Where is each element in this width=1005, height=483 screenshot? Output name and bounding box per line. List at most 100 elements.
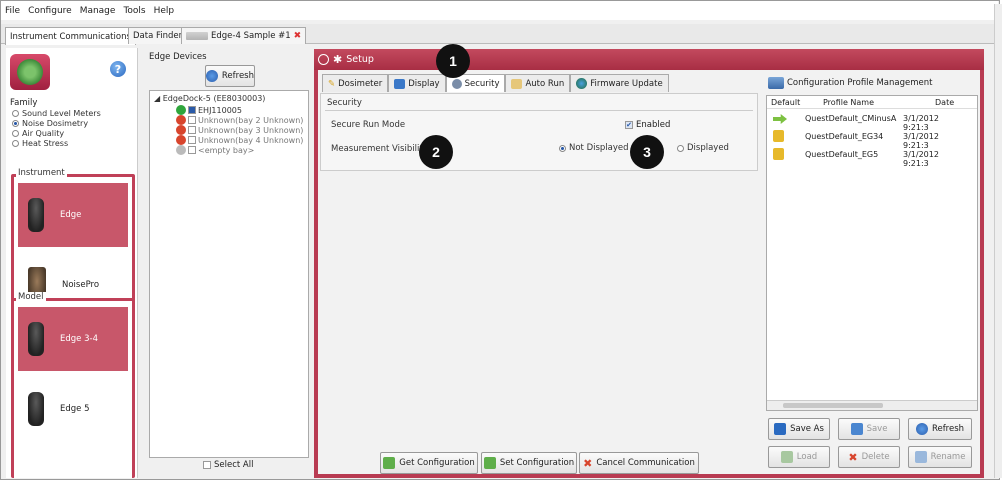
profile-table: Default Profile Name Date QuestDefault_C… — [766, 95, 978, 411]
refresh-devices-button[interactable]: Refresh — [205, 65, 255, 87]
tab-dosimeter[interactable]: ✎ Dosimeter — [322, 74, 389, 92]
instrument-label: Edge — [60, 210, 82, 220]
error-icon — [176, 135, 186, 145]
bay-checkbox[interactable] — [188, 116, 196, 124]
tab-label: Auto Run — [525, 78, 565, 89]
bay-row[interactable]: Unknown(bay 4 Unknown) — [176, 135, 303, 145]
button-label: Refresh — [931, 424, 965, 434]
column-header[interactable]: Default — [771, 98, 800, 107]
tab-firmware-update[interactable]: Firmware Update — [570, 74, 669, 92]
get-configuration-button[interactable]: Get Configuration — [380, 452, 478, 474]
instrument-selector-panel: ? Family Sound Level Meters Noise Dosime… — [6, 48, 138, 478]
bay-checkbox[interactable] — [188, 106, 196, 114]
button-label: Rename — [930, 452, 966, 462]
tab-label: Security — [464, 78, 500, 89]
dock-label: EdgeDock-5 (EE8030003) — [162, 94, 266, 103]
family-radio-group: Sound Level Meters Noise Dosimetry Air Q… — [12, 109, 101, 149]
load-button[interactable]: Load — [768, 446, 830, 468]
refresh-profiles-button[interactable]: Refresh — [908, 418, 972, 440]
upload-icon — [483, 457, 496, 469]
checkbox[interactable] — [203, 461, 211, 469]
display-icon — [394, 78, 406, 89]
enabled-label: Enabled — [636, 120, 671, 130]
bay-row[interactable]: Unknown(bay 2 Unknown) — [176, 115, 303, 125]
download-icon — [383, 457, 396, 469]
column-header[interactable]: Profile Name — [823, 98, 874, 107]
radio-not-displayed[interactable]: Not Displayed — [559, 143, 629, 153]
tab-display[interactable]: Display — [388, 74, 446, 92]
bay-row[interactable]: Unknown(bay 3 Unknown) — [176, 125, 303, 135]
setup-tabs: ✎ Dosimeter Display Security Auto Run Fir… — [322, 74, 669, 92]
model-label: Edge 5 — [60, 404, 90, 414]
bay-row[interactable]: <empty bay> — [176, 145, 303, 155]
save-button[interactable]: Save — [838, 418, 900, 440]
help-icon[interactable]: ? — [110, 61, 126, 77]
instrument-edge[interactable]: Edge — [18, 183, 128, 247]
tab-data-finder[interactable]: Data Finder — [128, 27, 188, 44]
collapse-icon[interactable] — [318, 54, 329, 65]
secure-run-label: Secure Run Mode — [331, 120, 406, 130]
rename-button[interactable]: Rename — [908, 446, 972, 468]
secure-run-enabled-checkbox[interactable]: ✔ Enabled — [625, 120, 670, 130]
radio-displayed[interactable]: Displayed — [677, 143, 729, 153]
save-as-icon — [774, 423, 787, 435]
table-row[interactable]: QuestDefault_CMinusA 3/1/2012 9:21:3 — [767, 111, 967, 132]
instrument-label: NoisePro — [62, 280, 100, 290]
tab-instrument-communications[interactable]: Instrument Communications — [5, 27, 136, 45]
gear-icon: ✱ — [333, 53, 343, 66]
table-row[interactable]: QuestDefault_EG5 3/1/2012 9:21:3 — [767, 147, 967, 168]
menu-configure[interactable]: Configure — [28, 6, 72, 16]
cancel-communication-button[interactable]: ✖ Cancel Communication — [579, 452, 699, 474]
ok-icon — [176, 105, 186, 115]
radio-sound-level-meters[interactable]: Sound Level Meters — [12, 109, 101, 118]
column-header[interactable]: Date — [935, 98, 954, 107]
error-icon — [176, 115, 186, 125]
menu-file[interactable]: File — [5, 6, 20, 16]
menu-manage[interactable]: Manage — [80, 6, 116, 16]
tab-auto-run[interactable]: Auto Run — [505, 74, 571, 92]
tab-edge-sample[interactable]: Edge-4 Sample #1 ✖ — [181, 27, 307, 44]
profile-management-title: Configuration Profile Management — [787, 78, 933, 88]
refresh-icon — [915, 423, 928, 435]
bay-checkbox[interactable] — [188, 126, 196, 134]
radio-label: Not Displayed — [569, 143, 629, 153]
bay-row[interactable]: EHJ110005 — [176, 105, 303, 115]
menu-bar: File Configure Manage Tools Help — [1, 1, 998, 20]
model-edge-5[interactable]: Edge 5 — [18, 377, 128, 441]
dock-node[interactable]: ◢ EdgeDock-5 (EE8030003) — [154, 94, 265, 103]
button-label: Save As — [790, 424, 824, 434]
horizontal-scrollbar[interactable] — [767, 400, 977, 410]
model-group: Model Edge 3-4 Edge 5 — [11, 292, 135, 478]
set-configuration-button[interactable]: Set Configuration — [481, 452, 577, 474]
profile-name: QuestDefault_EG5 — [805, 150, 879, 159]
cancel-icon: ✖ — [583, 456, 593, 470]
bay-checkbox[interactable] — [188, 136, 196, 144]
radio-air-quality[interactable]: Air Quality — [12, 129, 101, 138]
globe-icon — [576, 78, 588, 89]
table-row[interactable]: QuestDefault_EG34 3/1/2012 9:21:3 — [767, 129, 967, 150]
profile-management-header: Configuration Profile Management — [768, 77, 932, 89]
menu-tools[interactable]: Tools — [123, 6, 145, 16]
radio-heat-stress[interactable]: Heat Stress — [12, 139, 101, 148]
vertical-scrollbar[interactable] — [994, 4, 1002, 478]
document-tabs: Instrument Communications Data Finder Ed… — [1, 24, 998, 45]
calendar-icon — [511, 78, 523, 89]
setup-title: Setup — [346, 54, 374, 65]
edge-device-image — [28, 392, 44, 426]
radio-noise-dosimetry[interactable]: Noise Dosimetry — [12, 119, 101, 128]
menu-help[interactable]: Help — [154, 6, 175, 16]
button-label: Refresh — [221, 71, 254, 81]
save-as-button[interactable]: Save As — [768, 418, 830, 440]
error-icon — [176, 125, 186, 135]
load-icon — [780, 451, 793, 463]
delete-button[interactable]: ✖ Delete — [838, 446, 900, 468]
bay-checkbox[interactable] — [188, 146, 196, 154]
model-edge-3-4[interactable]: Edge 3-4 — [18, 307, 128, 371]
profile-table-header: Default Profile Name Date — [767, 96, 977, 109]
close-icon[interactable]: ✖ — [294, 31, 302, 41]
select-all-checkbox[interactable]: Select All — [203, 460, 253, 470]
checkbox[interactable]: ✔ — [625, 121, 633, 129]
button-label: Set Configuration — [499, 458, 575, 468]
tab-label: Data Finder — [133, 31, 183, 41]
scrollbar-thumb[interactable] — [783, 403, 883, 408]
